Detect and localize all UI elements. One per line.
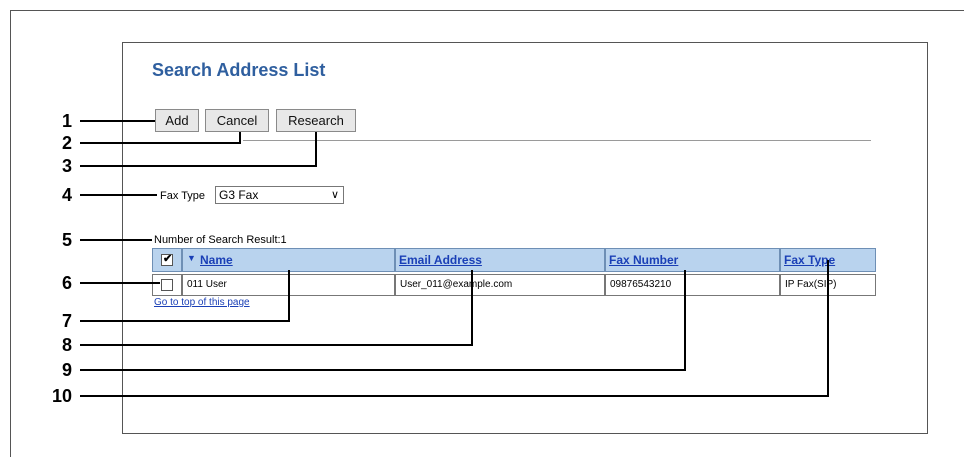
callout-7: 7 (62, 311, 73, 331)
callout-10: 10 (52, 386, 73, 406)
callout-1: 1 (62, 111, 73, 131)
callout-2: 2 (62, 133, 73, 153)
callout-6: 6 (62, 273, 73, 293)
callout-5: 5 (62, 230, 73, 250)
callout-8: 8 (62, 335, 73, 355)
callout-lines (80, 120, 829, 397)
callout-4: 4 (62, 185, 73, 205)
callout-3: 3 (62, 156, 73, 176)
callout-9: 9 (62, 360, 73, 380)
